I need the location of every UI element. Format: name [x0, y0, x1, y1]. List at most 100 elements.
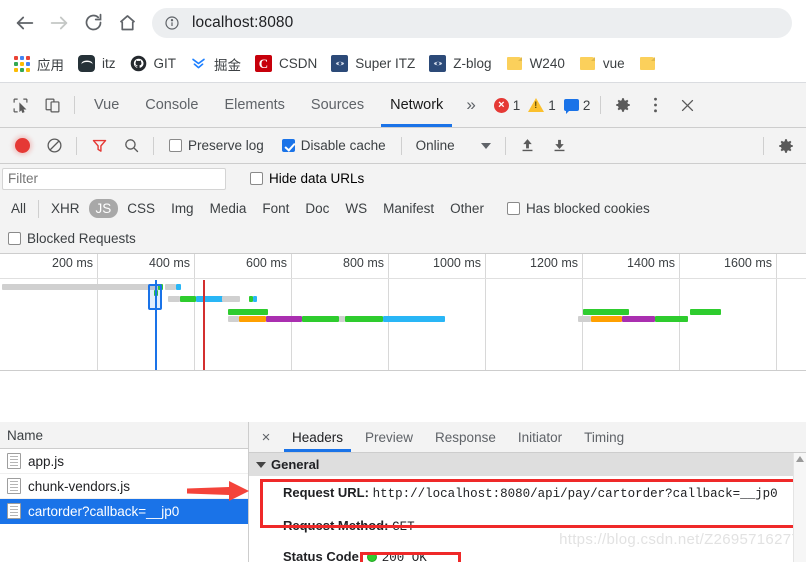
gear-icon[interactable]	[607, 89, 639, 121]
forward-button[interactable]	[42, 6, 76, 40]
resource-type-filters: All XHR JS CSS Img Media Font Doc WS Man…	[0, 193, 806, 224]
devtools-menu-icon[interactable]	[639, 89, 671, 121]
type-chip-all[interactable]: All	[4, 199, 33, 218]
tab-console[interactable]: Console	[132, 83, 211, 127]
tab-label: Preview	[365, 429, 414, 445]
detail-scrollbar[interactable]	[793, 453, 806, 562]
bookmark-label: vue	[602, 56, 625, 71]
bookmark-apps[interactable]: 应用	[6, 50, 71, 78]
message-counter[interactable]: 2	[563, 97, 591, 114]
has-blocked-cookies-label: Has blocked cookies	[525, 201, 650, 216]
issue-counters[interactable]: × 1 1 2	[493, 97, 591, 114]
folder-icon	[579, 55, 596, 72]
devtools-tabbar: Vue Console Elements Sources Network » ×…	[0, 83, 806, 128]
type-chip-font[interactable]: Font	[255, 199, 296, 218]
column-header-name: Name	[7, 427, 44, 443]
tab-response[interactable]: Response	[424, 422, 507, 452]
network-overview-timeline[interactable]: 200 ms 400 ms 600 ms 800 ms 1000 ms 1200 ms 14…	[0, 254, 806, 371]
clear-button[interactable]	[38, 130, 70, 162]
close-devtools-icon[interactable]	[671, 89, 703, 121]
import-har-icon[interactable]	[512, 130, 544, 162]
bookmark-folder-vue[interactable]: vue	[572, 50, 632, 78]
juejin-icon	[190, 55, 207, 72]
tab-elements[interactable]: Elements	[211, 83, 297, 127]
general-section-header[interactable]: General	[249, 453, 806, 476]
close-icon[interactable]: ×	[255, 426, 277, 448]
bookmark-z-blog[interactable]: Z-blog	[422, 50, 498, 78]
tab-sources[interactable]: Sources	[298, 83, 377, 127]
error-counter[interactable]: × 1	[493, 97, 520, 113]
tab-preview[interactable]: Preview	[354, 422, 424, 452]
request-list-header[interactable]: Name	[0, 422, 248, 449]
bookmark-csdn[interactable]: C CSDN	[248, 50, 324, 78]
chevron-down-icon	[480, 142, 491, 149]
bookmark-super-itz[interactable]: Super ITZ	[324, 50, 422, 78]
bookmark-folder-overflow[interactable]	[632, 50, 670, 78]
network-settings-gear-icon[interactable]	[770, 130, 802, 162]
tab-timing[interactable]: Timing	[573, 422, 635, 452]
tab-network[interactable]: Network	[377, 83, 456, 127]
blocked-requests-row: Blocked Requests	[0, 224, 806, 254]
type-chip-img[interactable]: Img	[164, 199, 201, 218]
csdn-icon: C	[255, 55, 272, 72]
blocked-requests-checkbox[interactable]: Blocked Requests	[8, 231, 136, 246]
site-favicon-icon	[331, 55, 349, 72]
tab-initiator[interactable]: Initiator	[507, 422, 573, 452]
document-icon	[7, 478, 21, 494]
table-row[interactable]: app.js	[0, 449, 248, 474]
devtools-panel: Vue Console Elements Sources Network » ×…	[0, 83, 806, 562]
field-value: http://localhost:8080/api/pay/cartorder?…	[372, 487, 778, 501]
type-chip-other[interactable]: Other	[443, 199, 491, 218]
address-bar[interactable]: localhost:8080	[152, 7, 792, 38]
hide-data-urls-checkbox[interactable]: Hide data URLs	[250, 171, 364, 186]
export-har-icon[interactable]	[544, 130, 576, 162]
throttling-select[interactable]: Online	[416, 138, 491, 153]
table-row[interactable]: cartorder?callback=__jp0	[0, 499, 248, 524]
detail-tabbar: × Headers Preview Response Initiator Tim…	[249, 422, 806, 453]
toolbar-divider	[600, 96, 602, 114]
table-row[interactable]: chunk-vendors.js	[0, 474, 248, 499]
filter-input[interactable]	[2, 167, 226, 190]
reload-button[interactable]	[76, 6, 110, 40]
blocked-requests-label: Blocked Requests	[27, 231, 136, 246]
info-circle-icon[interactable]	[164, 15, 182, 31]
timeline-markers	[0, 254, 806, 370]
tab-label: Timing	[584, 429, 625, 445]
checkbox-box	[281, 139, 295, 152]
home-button[interactable]	[110, 6, 144, 40]
folder-icon	[639, 55, 656, 72]
type-chip-xhr[interactable]: XHR	[44, 199, 87, 218]
bookmark-label: 掘金	[214, 57, 241, 73]
field-key: Status Code:	[283, 549, 364, 562]
type-chip-media[interactable]: Media	[203, 199, 254, 218]
more-tabs-button[interactable]: »	[456, 83, 485, 127]
type-chip-manifest[interactable]: Manifest	[376, 199, 441, 218]
tab-vue[interactable]: Vue	[81, 83, 132, 127]
back-button[interactable]	[8, 6, 42, 40]
inspect-element-icon[interactable]	[4, 89, 36, 121]
disable-cache-checkbox[interactable]: Disable cache	[281, 138, 386, 153]
preserve-log-checkbox[interactable]: Preserve log	[169, 138, 264, 153]
record-button[interactable]	[6, 130, 38, 162]
type-chip-css[interactable]: CSS	[120, 199, 162, 218]
timeline-marker-load-event	[203, 280, 205, 370]
message-count: 2	[582, 97, 591, 113]
toolbar-divider	[74, 96, 75, 114]
bookmark-folder-w240[interactable]: W240	[499, 50, 572, 78]
warning-counter[interactable]: 1	[528, 98, 556, 113]
bookmark-git[interactable]: GIT	[123, 50, 184, 78]
type-chip-doc[interactable]: Doc	[298, 199, 336, 218]
bookmark-itz[interactable]: itz	[71, 50, 123, 78]
type-chip-js[interactable]: JS	[88, 199, 119, 218]
bookmark-juejin[interactable]: 掘金	[183, 50, 248, 78]
filter-icon[interactable]	[83, 130, 115, 162]
tab-headers[interactable]: Headers	[281, 422, 354, 452]
request-list: Name app.js chunk-vendors.js cartorder?c…	[0, 422, 249, 562]
bookmark-label: GIT	[153, 56, 177, 71]
tab-label: Sources	[310, 97, 365, 113]
type-chip-ws[interactable]: WS	[338, 199, 374, 218]
search-icon[interactable]	[115, 130, 147, 162]
scroll-up-arrow-icon[interactable]	[796, 456, 804, 462]
has-blocked-cookies-checkbox[interactable]: Has blocked cookies	[506, 201, 650, 216]
device-toolbar-icon[interactable]	[36, 89, 68, 121]
